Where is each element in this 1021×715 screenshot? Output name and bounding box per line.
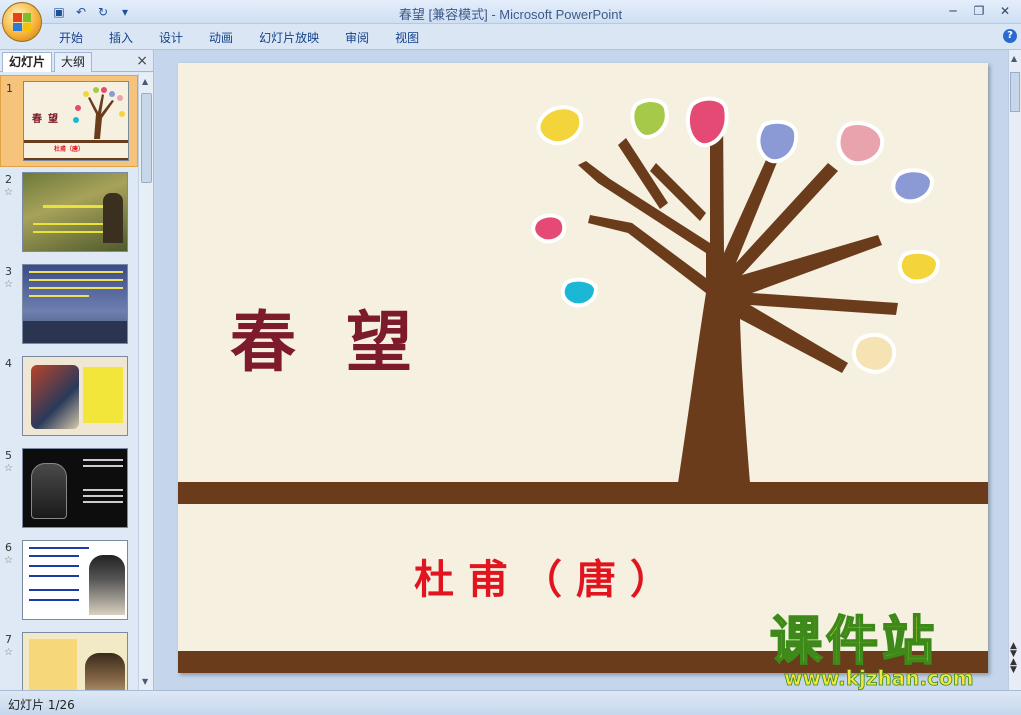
scroll-down-icon[interactable]: ▼ (142, 677, 148, 686)
restore-icon[interactable]: ❐ (967, 2, 991, 20)
thumbnail-tree-icon (73, 87, 125, 139)
slide-counter: 幻灯片 1/26 (8, 698, 75, 712)
thumbnail-row[interactable]: 7 ☆ (0, 627, 138, 690)
tab-slideshow[interactable]: 幻灯片放映 (246, 28, 332, 48)
animation-star-icon: ☆ (4, 647, 13, 658)
thumbnail-row[interactable]: 5 ☆ (0, 443, 138, 535)
panel-tabs: 幻灯片 大纲 × (0, 50, 154, 72)
window-title: 春望 [兼容模式] - Microsoft PowerPoint (398, 7, 623, 22)
thumbnail-number: 5 (5, 449, 12, 462)
animation-star-icon: ☆ (4, 279, 13, 290)
ribbon-tabs: 开始 插入 设计 动画 幻灯片放映 审阅 视图 (46, 28, 432, 48)
scroll-thumb[interactable] (1010, 72, 1020, 112)
tab-animations[interactable]: 动画 (196, 28, 246, 48)
scroll-up-icon[interactable]: ▲ (142, 77, 148, 86)
watermark-text: 课件站 (769, 612, 939, 672)
slide-thumbnail[interactable] (22, 632, 128, 690)
scroll-thumb[interactable] (141, 93, 152, 183)
tab-insert[interactable]: 插入 (96, 28, 146, 48)
slide-thumbnail[interactable] (22, 356, 128, 436)
thumbnail-row[interactable]: 6 ☆ (0, 535, 138, 627)
slide-thumbnail[interactable] (22, 448, 128, 528)
tab-review[interactable]: 审阅 (332, 28, 382, 48)
thumbnail-number: 3 (5, 265, 12, 278)
thumbnail-title: 春望 (32, 114, 64, 125)
watermark-logo: 课件站 www.kjzhan.com (769, 612, 1002, 691)
thumbnail-subtitle: 杜甫（唐） (54, 146, 85, 153)
title-bar: ▣ ↶ ↻ ▾ 春望 [兼容模式] - Microsoft PowerPoint… (0, 0, 1021, 24)
window-controls: ─ ❐ ✕ (941, 2, 1017, 20)
brown-band-top (178, 482, 988, 504)
thumbnail-number: 2 (5, 173, 12, 186)
animation-star-icon: ☆ (4, 187, 13, 198)
thumbnail-row[interactable]: 4 (0, 351, 138, 443)
status-bar: 幻灯片 1/26 (0, 690, 1021, 715)
animation-star-icon: ☆ (4, 555, 13, 566)
ribbon-tab-bar: 开始 插入 设计 动画 幻灯片放映 审阅 视图 ? (0, 24, 1021, 50)
tab-home[interactable]: 开始 (46, 28, 96, 48)
tab-slides[interactable]: 幻灯片 (2, 52, 53, 72)
close-icon[interactable]: ✕ (993, 2, 1017, 20)
slide-thumbnail[interactable]: 春望 杜甫（唐） (23, 81, 129, 161)
slide-thumbnail[interactable] (22, 172, 128, 252)
tab-view[interactable]: 视图 (382, 28, 432, 48)
close-panel-icon[interactable]: × (136, 53, 148, 69)
tab-design[interactable]: 设计 (146, 28, 196, 48)
help-icon[interactable]: ? (1003, 29, 1017, 43)
thumbnail-number: 7 (5, 633, 12, 646)
thumbnail-row[interactable]: 1 春望 杜甫（唐） (0, 75, 138, 167)
scroll-up-icon[interactable]: ▲ (1011, 54, 1017, 63)
thumbnail-scrollbar[interactable]: ▲ ▼ (138, 73, 153, 690)
animation-star-icon: ☆ (4, 463, 13, 474)
slide-subtitle[interactable]: 杜甫（唐） (414, 547, 684, 605)
slide-title[interactable]: 春望 (230, 289, 462, 385)
office-logo-icon (13, 13, 31, 31)
tab-outline[interactable]: 大纲 (54, 52, 93, 72)
thumbnail-row[interactable]: 2 ☆ (0, 167, 138, 259)
watermark-url: www.kjzhan.com (784, 666, 974, 691)
minimize-icon[interactable]: ─ (941, 2, 965, 20)
slide-canvas[interactable]: 春望 杜甫（唐） (178, 63, 988, 673)
thumbnail-row[interactable]: 3 ☆ (0, 259, 138, 351)
editor-scrollbar[interactable]: ▲ (1008, 50, 1021, 690)
slide-thumbnail[interactable] (22, 540, 128, 620)
thumbnail-number: 6 (5, 541, 12, 554)
office-button[interactable] (2, 2, 42, 42)
slide-thumbnail[interactable] (22, 264, 128, 344)
tree-illustration (531, 96, 941, 483)
slides-panel: 幻灯片 大纲 × 1 春望 杜甫（唐） 2 ☆ 3 ☆ 4 5 ☆ 6 ☆ 7 … (0, 50, 154, 690)
thumbnail-number: 1 (6, 82, 13, 95)
thumbnail-number: 4 (5, 357, 12, 370)
prev-next-slide-icon[interactable]: ▲ ▼ ▲ ▼ (1010, 642, 1017, 675)
thumbnail-list: 1 春望 杜甫（唐） 2 ☆ 3 ☆ 4 5 ☆ 6 ☆ 7 ☆ (0, 73, 138, 690)
